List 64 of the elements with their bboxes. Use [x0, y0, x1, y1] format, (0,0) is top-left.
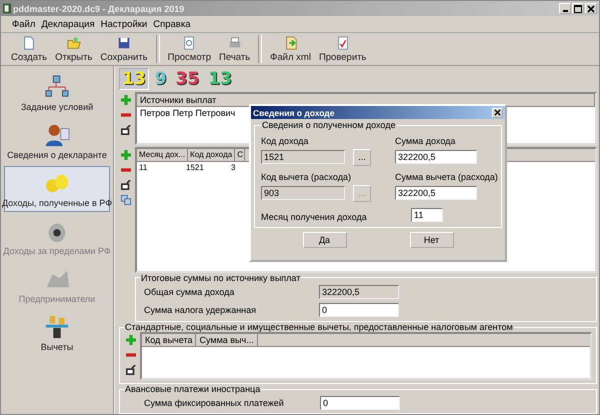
maximize-button[interactable] [572, 3, 584, 14]
toolbar-button[interactable]: Проверить [314, 36, 370, 62]
menu-item[interactable]: Декларация [38, 18, 98, 30]
input-field[interactable]: 11 [411, 208, 443, 222]
close-icon [587, 4, 595, 12]
toolbar-button[interactable]: Печать [215, 36, 254, 62]
toolbar-button[interactable]: Просмотр [164, 36, 216, 62]
toolbar-button[interactable]: Создать [7, 36, 52, 62]
column-header[interactable]: Сумма выч... [196, 334, 258, 346]
input-field[interactable]: 0 [320, 396, 400, 410]
folder-icon [66, 36, 81, 50]
field-label: Код вычета (расхода) [261, 171, 352, 184]
close-button[interactable] [585, 3, 597, 14]
menu-item[interactable]: Настройки [98, 18, 150, 30]
maximize-icon [574, 4, 582, 12]
dialog-button[interactable]: Да [302, 232, 346, 248]
group-title: Стандартные, социальные и имущественные вычеты, предоставленные налоговым агентом [124, 322, 514, 332]
new-document-icon [22, 36, 36, 50]
column-header[interactable]: С [235, 149, 246, 162]
app-icon [3, 3, 11, 14]
field-label: Сумма фиксированных платежей [143, 398, 285, 408]
toolbar-button[interactable]: Файл xml [266, 36, 315, 62]
column-header[interactable]: Код вычета [142, 334, 196, 346]
table-cell-text: 11 [138, 162, 148, 174]
export-file-icon [284, 36, 298, 50]
field-label: Сумма вычета (расхода) [395, 171, 495, 184]
field-label: Месяц получения дохода [261, 211, 367, 224]
toolbar-button[interactable]: Сохранить [96, 36, 152, 62]
column-header[interactable]: Код дохода [188, 149, 236, 162]
group-title: Сведения о полученном доходе [261, 120, 397, 130]
field-label: Общая сумма дохода [143, 286, 236, 297]
edit-icon[interactable] [121, 180, 131, 190]
table-cell-text: 1521 [185, 162, 205, 174]
preview-icon [182, 36, 196, 50]
close-button[interactable] [492, 108, 503, 118]
field-label: Код дохода [261, 135, 310, 148]
input-field[interactable]: 0 [319, 302, 399, 317]
input-field[interactable]: 322200,5 [395, 186, 477, 200]
sidebar-item[interactable]: Задание условий [4, 70, 110, 116]
toolbar-button[interactable]: Открыть [51, 36, 96, 62]
edit-icon[interactable] [126, 365, 136, 376]
dialog-button[interactable]: Нет [410, 232, 454, 248]
sidebar-item[interactable]: Сведения о декларанте [4, 118, 110, 164]
column-header[interactable]: Месяц дох... [137, 149, 188, 162]
minimize-icon [562, 10, 568, 12]
input-field[interactable]: 322200,5 [395, 150, 477, 164]
menu-item[interactable]: Файл [9, 18, 38, 30]
close-icon [494, 109, 501, 116]
printer-icon [228, 36, 242, 50]
minimize-button[interactable] [559, 3, 571, 14]
copy-icon[interactable] [121, 195, 131, 206]
window-title: pddmaster-2020.dc9 - Декларация 2019 [13, 4, 186, 14]
checked-document-icon [336, 36, 350, 50]
sidebar-item[interactable]: Вычеты [4, 310, 110, 356]
sidebar-item[interactable]: Доходы, полученные в РФ [4, 166, 110, 212]
dialog-title: Сведения о доходе [253, 108, 334, 118]
field-label: Сумма налога удержанная [143, 304, 258, 315]
table-cell-text: 3 [230, 162, 236, 174]
table-cell-text: Петров Петр Петрович [139, 106, 236, 119]
field-label: Сумма дохода [395, 135, 456, 148]
menu-item[interactable]: Справка [150, 18, 194, 30]
edit-icon[interactable] [121, 124, 131, 135]
group-title: Итоговые суммы по источнику выплат [140, 272, 302, 283]
group-title: Авансовые платежи иностранца [124, 384, 262, 394]
